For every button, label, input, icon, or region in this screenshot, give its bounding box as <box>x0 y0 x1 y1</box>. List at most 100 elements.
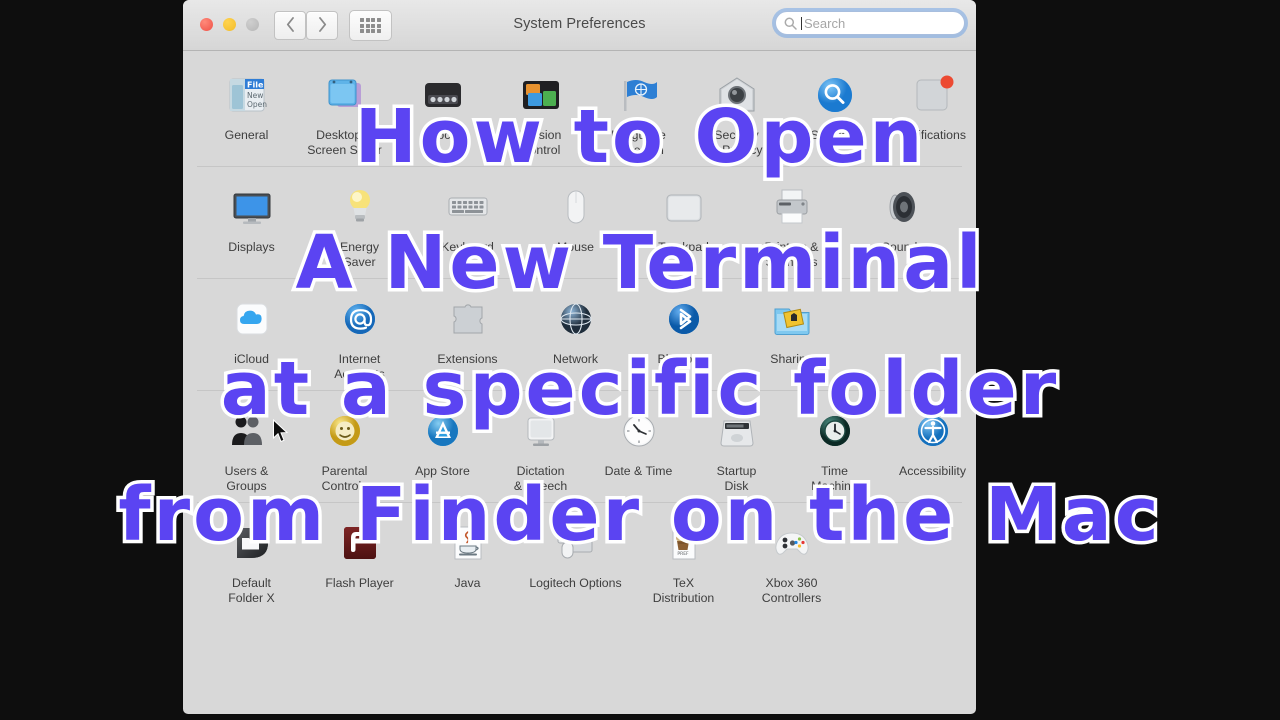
pref-pane-label: Sharing <box>770 352 813 366</box>
pref-pane-dictation-speech[interactable]: Dictation & Speech <box>497 404 584 493</box>
java-icon <box>454 526 481 560</box>
time-machine-icon <box>819 416 850 446</box>
pref-pane-language-region[interactable]: Language & Region <box>595 68 682 157</box>
pref-pane-notifications[interactable]: Notifications <box>889 68 976 157</box>
pref-pane-flash-player[interactable]: Flash Player <box>311 516 408 605</box>
pref-pane-date-time[interactable]: Date & Time <box>595 404 682 493</box>
pref-pane-startup-disk[interactable]: Startup Disk <box>693 404 780 493</box>
date-time-icon <box>623 415 654 447</box>
pref-pane-accessibility[interactable]: Accessibility <box>889 404 976 493</box>
pref-pane-app-store[interactable]: App Store <box>399 404 486 493</box>
language-region-icon <box>595 68 682 122</box>
pref-pane-sound[interactable]: Sound <box>851 180 948 269</box>
pref-pane-label: Default Folder X <box>228 576 275 605</box>
energy-saver-icon <box>311 180 408 234</box>
parental-controls-icon <box>329 416 360 446</box>
pref-pane-mouse[interactable]: Mouse <box>527 180 624 269</box>
printers-scanners-icon <box>776 189 807 224</box>
internet-accounts-icon <box>311 292 408 346</box>
pref-pane-desktop-screen-saver[interactable]: Desktop & Screen Saver <box>301 68 388 157</box>
icloud-icon <box>236 303 267 335</box>
pref-pane-label: iCloud <box>234 352 269 366</box>
pref-pane-label: Sound <box>881 240 918 254</box>
preferences-grid: File New Open General Desktop & Screen Sav… <box>183 51 976 615</box>
default-folder-x-icon <box>236 528 268 558</box>
pref-pane-label: Users & Groups <box>224 464 269 493</box>
trackpad-icon <box>635 180 732 234</box>
pref-pane-label: TeX Distribution <box>652 576 715 605</box>
date-time-icon <box>595 404 682 458</box>
pref-pane-java[interactable]: Java <box>419 516 516 605</box>
displays-icon <box>203 180 300 234</box>
startup-disk-icon <box>719 420 754 447</box>
mouse-icon <box>527 180 624 234</box>
search-icon <box>784 17 797 30</box>
pref-pane-label: Language & Region <box>611 128 666 157</box>
pref-pane-label: Parental Controls <box>321 464 368 493</box>
bluetooth-icon <box>635 292 732 346</box>
preferences-row: Default Folder X Flash Player Java Logite… <box>183 503 976 615</box>
pref-pane-mission-control[interactable]: Mission Control <box>497 68 584 157</box>
preferences-row: iCloud Internet Accounts Extensions Netwo… <box>183 279 976 391</box>
pref-pane-icloud[interactable]: iCloud <box>203 292 300 381</box>
desktop-screen-saver-icon <box>301 68 388 122</box>
accessibility-icon <box>889 404 976 458</box>
energy-saver-icon <box>349 190 370 222</box>
pref-pane-time-machine[interactable]: Time Machine <box>791 404 878 493</box>
dictation-speech-icon <box>527 417 554 446</box>
pref-pane-printers-scanners[interactable]: Printers & Scanners <box>743 180 840 269</box>
security-privacy-icon <box>693 68 780 122</box>
pref-pane-label: Startup Disk <box>716 464 757 493</box>
pref-pane-xbox-360-controllers[interactable]: Xbox 360 Controllers <box>743 516 840 605</box>
pref-pane-dock[interactable]: Dock <box>399 68 486 157</box>
default-folder-x-icon <box>203 516 300 570</box>
displays-icon <box>233 193 270 224</box>
pref-pane-internet-accounts[interactable]: Internet Accounts <box>311 292 408 381</box>
pref-pane-sharing[interactable]: Sharing <box>743 292 840 381</box>
pref-pane-label: Xbox 360 Controllers <box>761 576 822 605</box>
pref-pane-keyboard[interactable]: Keyboard <box>419 180 516 269</box>
pref-pane-label: Keyboard <box>441 240 494 254</box>
pref-pane-label: Accessibility <box>899 464 966 478</box>
pref-pane-energy-saver[interactable]: Energy Saver <box>311 180 408 269</box>
pref-pane-logitech-options[interactable]: Logitech Options <box>527 516 624 605</box>
pref-pane-label: App Store <box>415 464 470 478</box>
pref-pane-security-privacy[interactable]: Security & Privacy <box>693 68 780 157</box>
pref-pane-label: Date & Time <box>604 464 673 478</box>
pref-pane-users-groups[interactable]: Users & Groups <box>203 404 290 493</box>
pref-pane-extensions[interactable]: Extensions <box>419 292 516 381</box>
pref-pane-network[interactable]: Network <box>527 292 624 381</box>
dock-icon <box>424 83 461 107</box>
svg-text:New: New <box>247 91 263 100</box>
logitech-options-icon <box>527 516 624 570</box>
pref-pane-trackpad[interactable]: Trackpad <box>635 180 732 269</box>
preferences-row: Users & Groups Parental Controls App Store… <box>183 391 976 503</box>
mouse-cursor <box>273 419 289 443</box>
pref-pane-spotlight[interactable]: Spotlight <box>791 68 878 157</box>
users-groups-icon <box>231 416 262 445</box>
app-store-icon <box>427 416 458 446</box>
pref-pane-tex-distribution[interactable]: PREF TeX Distribution <box>635 516 732 605</box>
pref-pane-label: Java <box>454 576 481 590</box>
pref-pane-bluetooth[interactable]: Bluetooth <box>635 292 732 381</box>
pref-pane-parental-controls[interactable]: Parental Controls <box>301 404 388 493</box>
general-icon: File New Open <box>203 68 290 122</box>
svg-text:File: File <box>247 81 264 90</box>
pref-pane-label: Dictation & Speech <box>513 464 568 493</box>
network-icon <box>527 292 624 346</box>
language-region-icon <box>623 80 657 111</box>
search-input[interactable]: Search <box>775 11 965 35</box>
pref-pane-label: Logitech Options <box>529 576 622 590</box>
pref-pane-label: Security & Privacy <box>710 128 763 157</box>
pref-pane-default-folder-x[interactable]: Default Folder X <box>203 516 300 605</box>
pref-pane-displays[interactable]: Displays <box>203 180 300 269</box>
tex-distribution-icon: PREF <box>672 525 696 560</box>
pref-pane-label: Energy Saver <box>340 240 379 269</box>
pref-pane-label: Notifications <box>899 128 966 142</box>
pref-pane-general[interactable]: File New Open General <box>203 68 290 157</box>
svg-text:Open: Open <box>247 100 267 109</box>
java-icon <box>419 516 516 570</box>
network-icon <box>559 303 592 335</box>
notifications-icon <box>916 75 953 111</box>
preferences-row: Displays Energy Saver Keyboard Mouse Trac… <box>183 167 976 279</box>
